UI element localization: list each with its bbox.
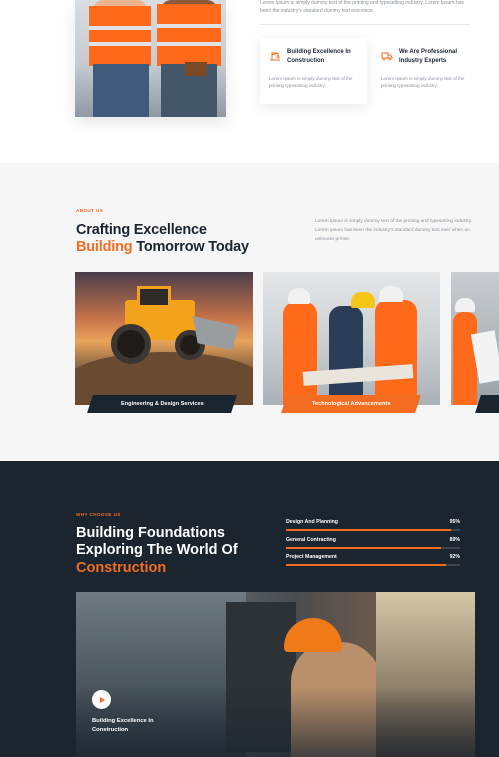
skill-label: Design And Planning xyxy=(286,519,338,525)
skill-percent: 95% xyxy=(449,519,460,525)
feature-title: We Are Professional Industry Experts xyxy=(399,49,458,64)
service-card-image[interactable] xyxy=(263,272,440,405)
intro-section: Lorem Ipsum is simply dummy text of the … xyxy=(0,0,499,163)
feature-title: Building Excellence In Construction xyxy=(287,49,351,64)
service-card-image[interactable] xyxy=(75,272,253,405)
title-line: Tomorrow Today xyxy=(136,239,249,255)
section-eyebrow: WHY CHOOSE US xyxy=(76,512,121,517)
title-line: Crafting Excellence xyxy=(76,222,207,238)
video-caption: Building Excellence In Construction xyxy=(92,718,154,733)
section-text: Lorem Ipsum is simply dummy text of the … xyxy=(315,219,473,242)
section-title: Crafting Excellence Building Tomorrow To… xyxy=(76,222,249,256)
title-accent: Building xyxy=(76,239,133,255)
service-label[interactable]: Engineering & Design Services xyxy=(87,395,237,413)
workers-photo xyxy=(75,0,226,117)
divider xyxy=(260,24,470,25)
service-label[interactable]: Technological Advancements xyxy=(281,395,421,413)
skill-fill xyxy=(286,529,452,531)
about-section: ABOUT US Crafting Excellence Building To… xyxy=(0,163,499,461)
why-section: WHY CHOOSE US Building Foundations Explo… xyxy=(0,461,499,757)
title-line: Exploring The World Of xyxy=(76,542,238,559)
skill-percent: 92% xyxy=(449,554,460,560)
skill-fill xyxy=(286,564,447,566)
skill-label: Project Management xyxy=(286,554,337,560)
skill-track xyxy=(286,564,460,566)
service-label-text: Technological Advancements xyxy=(311,401,391,407)
section-title: Building Foundations Exploring The World… xyxy=(76,525,276,577)
feature-text: Lorem Ipsum is simply dummy text of the … xyxy=(269,76,353,88)
feature-text: Lorem Ipsum is simply dummy text of the … xyxy=(381,76,465,88)
video-thumbnail[interactable]: Building Excellence In Construction xyxy=(76,592,475,757)
service-label-text: Engineering & Design Services xyxy=(120,401,204,407)
title-line: Building Foundations xyxy=(76,525,226,541)
skill-label: General Contracting xyxy=(286,537,336,543)
service-card-image[interactable] xyxy=(451,272,499,405)
title-accent: Construction xyxy=(76,559,167,576)
play-icon xyxy=(100,696,105,703)
feature-card: We Are Professional Industry Experts Lor… xyxy=(372,38,472,104)
play-button[interactable] xyxy=(92,690,111,709)
skill-fill xyxy=(286,547,441,549)
skill-track xyxy=(286,529,460,531)
crane-icon xyxy=(270,52,280,61)
skill-percent: 89% xyxy=(449,537,460,543)
skill-track xyxy=(286,547,460,549)
feature-card: Building Excellence In Construction Lore… xyxy=(260,38,367,104)
intro-text: Lorem Ipsum is simply dummy text of the … xyxy=(260,0,464,14)
section-eyebrow: ABOUT US xyxy=(76,208,104,213)
truck-icon xyxy=(381,52,393,61)
